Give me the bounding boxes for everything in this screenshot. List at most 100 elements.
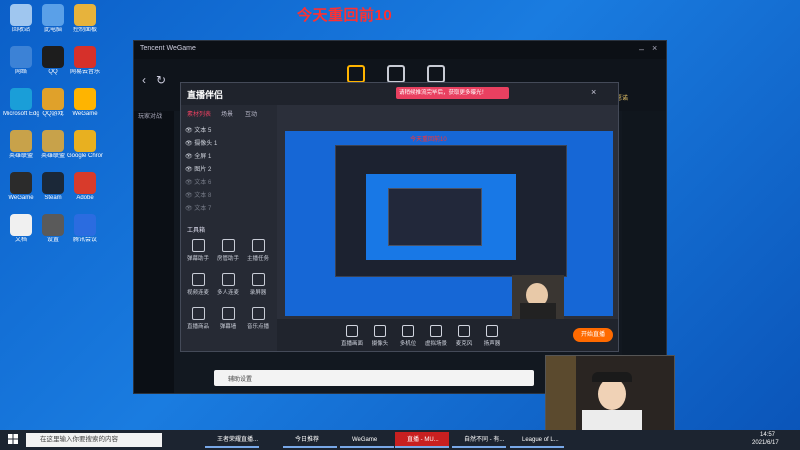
app-icon	[74, 46, 96, 68]
tool-label: 音乐点播	[246, 324, 269, 330]
tool-button[interactable]: 多人连麦	[215, 273, 241, 296]
minimize-button[interactable]: –	[639, 44, 644, 54]
streamer-face	[598, 378, 626, 410]
tool-button[interactable]: 房管助手	[215, 239, 241, 262]
app-icon	[10, 4, 32, 26]
desktop-icon-label: 腾讯会议	[72, 237, 97, 243]
tool-label: 主播任务	[246, 256, 269, 262]
desktop-icon[interactable]: 网易云音乐	[67, 46, 103, 76]
tab-scenes[interactable]: 场景	[221, 109, 233, 118]
tab-interact[interactable]: 互动	[245, 109, 257, 118]
desktop-icon[interactable]: Google Chrome	[67, 130, 103, 160]
layer-item[interactable]: 👁 文本 5	[185, 125, 211, 135]
bottom-tool-icon	[374, 325, 386, 337]
app-icon	[10, 46, 32, 68]
wegame-sidebar: 玩家对战	[134, 111, 174, 393]
bottom-tool-button[interactable]: 多机位	[393, 325, 423, 347]
tool-label: 录屏器	[249, 290, 267, 296]
bottom-tool-label: 直播画面	[340, 341, 363, 347]
desktop-icon[interactable]: Steam	[35, 172, 71, 202]
tool-button[interactable]: 弹幕助手	[185, 239, 211, 262]
clock-time[interactable]: 14:57	[760, 432, 775, 438]
live-close-button[interactable]: ×	[591, 87, 596, 97]
desktop-icon-label: 文档	[14, 237, 27, 243]
desktop-icon-label: Google Chrome	[67, 153, 103, 159]
taskbar-item[interactable]: 今日推荐	[283, 432, 337, 448]
desktop-icon[interactable]: 回收站	[3, 4, 39, 34]
preview-caption: 今天重回前10	[410, 137, 447, 143]
bottom-tool-label: 摄像头	[371, 341, 389, 347]
close-button[interactable]: ×	[652, 43, 657, 53]
tool-icon	[221, 239, 235, 252]
nested-preview-screen	[366, 174, 516, 260]
tool-button[interactable]: 音乐点播	[245, 307, 271, 330]
layer-item[interactable]: 👁 文本 7	[185, 203, 211, 213]
windows-start-icon[interactable]	[8, 434, 18, 444]
desktop-icon[interactable]: 设置	[35, 214, 71, 244]
tool-label: 弹幕助手	[186, 256, 209, 262]
desktop-icon[interactable]: 英雄联盟	[3, 130, 39, 160]
desktop-icon[interactable]: 英雄联盟	[35, 130, 71, 160]
tool-button[interactable]: 录屏器	[245, 273, 271, 296]
bottom-tool-button[interactable]: 虚拟场景	[421, 325, 451, 347]
desktop-icon[interactable]: 文档	[3, 214, 39, 244]
desktop-icon[interactable]: 腾讯会议	[67, 214, 103, 244]
refresh-button[interactable]: ↻	[156, 73, 166, 87]
app-icon	[42, 172, 64, 194]
desktop-icon-label: WeGame	[72, 111, 98, 117]
bottom-tool-button[interactable]: 扬声器	[477, 325, 507, 347]
desktop-icon[interactable]: WeGame	[67, 88, 103, 118]
live-notice[interactable]: 请稍候推流完毕后，获取更多曝光！	[396, 87, 509, 99]
chat-input[interactable]: 辅助设置	[228, 374, 252, 383]
desktop-icon[interactable]: 控制面板	[67, 4, 103, 34]
tool-button[interactable]: 视频连麦	[185, 273, 211, 296]
side-tab[interactable]: 玩家对战	[138, 111, 162, 120]
app-icon	[42, 46, 64, 68]
bottom-tool-button[interactable]: 麦克风	[449, 325, 479, 347]
start-live-button[interactable]: 开始直播	[573, 328, 613, 342]
layer-item[interactable]: 👁 图片 2	[185, 164, 211, 174]
taskbar-search-input[interactable]: 在这里输入你要搜索的内容	[26, 433, 162, 447]
bottom-tool-button[interactable]: 直播画面	[337, 325, 367, 347]
tool-button[interactable]: 直播商品	[185, 307, 211, 330]
desktop-icon-label: 网络	[14, 69, 27, 75]
nested-preview-inner	[388, 188, 482, 246]
app-icon	[74, 88, 96, 110]
desktop-icon[interactable]: WeGame	[3, 172, 39, 202]
streamer-hair	[592, 372, 632, 382]
layer-item[interactable]: 👁 全屏 1	[185, 151, 211, 161]
desktop-icon[interactable]: QQ	[35, 46, 71, 76]
layer-item[interactable]: 👁 文本 8	[185, 190, 211, 200]
desktop-icon-label: WeGame	[8, 195, 34, 201]
tool-label: 房管助手	[216, 256, 239, 262]
taskbar-item[interactable]: 直播 - MU...	[395, 432, 449, 448]
desktop-icon[interactable]: 网络	[3, 46, 39, 76]
taskbar-item[interactable]: 王者荣耀直播...	[205, 432, 259, 448]
layer-item[interactable]: 👁 文本 6	[185, 177, 211, 187]
toolbox-title: 工具箱	[187, 228, 206, 234]
desktop-icon-label: 回收站	[11, 27, 30, 33]
desktop-icon[interactable]: Microsoft Edge	[3, 88, 39, 118]
taskbar-item[interactable]: WeGame	[340, 432, 394, 448]
desktop-icon[interactable]: QQ游戏	[35, 88, 71, 118]
desktop-icon[interactable]: Adobe	[67, 172, 103, 202]
wegame-right-panel	[622, 111, 666, 393]
tool-button[interactable]: 弹幕墙	[215, 307, 241, 330]
desktop-icon-label: Microsoft Edge	[3, 111, 39, 117]
desktop-icon-label: QQ游戏	[42, 111, 64, 117]
desktop-icon-label: QQ	[48, 69, 58, 75]
taskbar-item[interactable]: 自然不同 - 有...	[452, 432, 506, 448]
tool-button[interactable]: 主播任务	[245, 239, 271, 262]
desktop-icon-label: 控制面板	[72, 27, 97, 33]
tab-materials[interactable]: 素材列表	[187, 109, 211, 118]
bottom-tool-button[interactable]: 摄像头	[365, 325, 395, 347]
desktop-icon-label: 此电脑	[43, 27, 62, 33]
clock-date[interactable]: 2021/6/17	[752, 440, 779, 446]
tool-icon	[221, 273, 235, 286]
desktop-icon[interactable]: 此电脑	[35, 4, 71, 34]
taskbar-item[interactable]: League of L...	[510, 432, 564, 448]
back-button[interactable]: ‹	[142, 73, 146, 87]
bottom-tool-label: 扬声器	[483, 341, 501, 347]
layer-item[interactable]: 👁 摄像头 1	[185, 138, 217, 148]
bottom-tool-icon	[430, 325, 442, 337]
